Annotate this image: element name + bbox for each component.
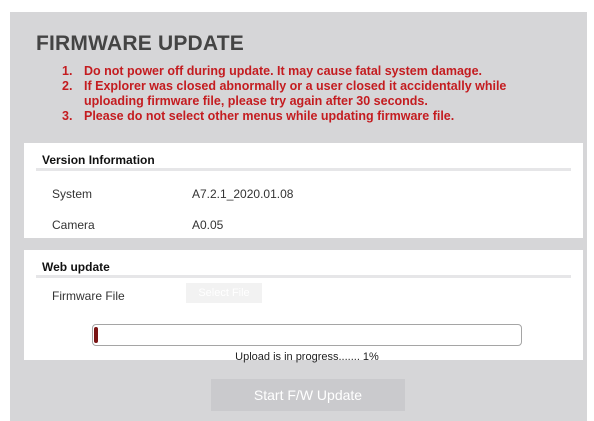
firmware-file-label: Firmware File [52, 289, 125, 303]
header-underline [36, 275, 571, 278]
warning-number: 1. [62, 64, 73, 78]
version-info-panel: Version Information System A7.2.1_2020.0… [24, 143, 583, 238]
warning-text: Do not power off during update. It may c… [84, 64, 482, 78]
warning-item: 1. Do not power off during update. It ma… [62, 64, 562, 79]
version-info-header: Version Information [36, 151, 571, 171]
upload-progress-text: Upload is in progress....... 1% [235, 351, 379, 363]
warning-item: 2. If Explorer was closed abnormally or … [62, 79, 562, 109]
select-file-button[interactable]: Select File [186, 283, 262, 303]
header-underline [36, 168, 571, 171]
camera-version-value: A0.05 [192, 218, 224, 232]
page-title: FIRMWARE UPDATE [36, 32, 244, 55]
warning-text: If Explorer was closed abnormally or a u… [84, 79, 507, 108]
warning-item: 3. Please do not select other menus whil… [62, 109, 562, 124]
warning-text: Please do not select other menus while u… [84, 109, 455, 123]
warning-list: 1. Do not power off during update. It ma… [62, 64, 562, 124]
camera-label: Camera [52, 218, 95, 232]
system-version-value: A7.2.1_2020.01.08 [192, 187, 294, 201]
warning-number: 3. [62, 109, 73, 123]
upload-progress-bar [92, 324, 522, 346]
version-info-title: Version Information [42, 153, 155, 167]
system-label: System [52, 187, 93, 201]
upload-progress-fill [94, 327, 98, 343]
web-update-header: Web update [36, 258, 571, 278]
web-update-title: Web update [42, 260, 110, 274]
warning-number: 2. [62, 79, 73, 93]
start-fw-update-button[interactable]: Start F/W Update [211, 379, 405, 411]
